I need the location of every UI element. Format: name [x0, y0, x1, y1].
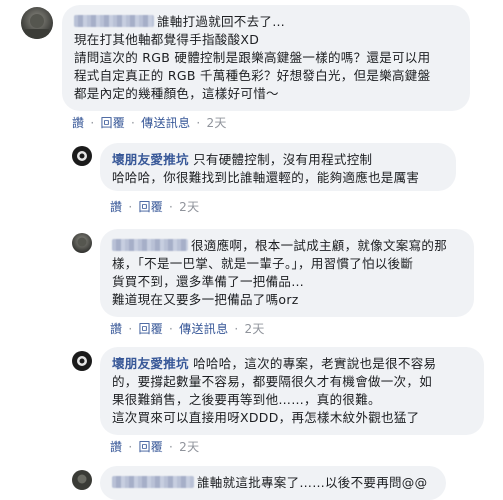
commenter-avatar[interactable]: [72, 233, 92, 253]
commenter-name[interactable]: 壞朋友愛推坑: [112, 152, 189, 167]
comment-bubble: 壞朋友愛推坑 只有硬體控制，沒有用程式控制 哈哈哈，你很難找到比誰軸還輕的，能夠…: [100, 143, 456, 191]
comment-text: 很適應啊，根本一試成主顧，就像文案寫的那: [191, 238, 448, 253]
comment-actions: 讚 · 回覆 · 傳送訊息 · 2天: [110, 320, 265, 337]
comment-text: 請問這次的 RGB 硬體控制是跟樂高鍵盤一樣的嗎？還是可以用: [74, 50, 431, 65]
separator: ·: [128, 322, 133, 336]
like-link[interactable]: 讚: [110, 200, 122, 214]
comment-text: 程式自定真正的 RGB 千萬種色彩？好想發白光，但是樂高鍵盤: [74, 68, 431, 83]
comment-text: 哈哈哈，這次的專案，老實說也是很不容易: [193, 356, 437, 371]
commenter-avatar[interactable]: [21, 7, 53, 39]
separator: ·: [169, 440, 174, 454]
reply-link[interactable]: 回覆: [138, 440, 163, 454]
comment-text: 誰軸就這批專案了……以後不要再問@@: [197, 475, 428, 490]
comment-bubble: 誰軸打過就回不去了… 現在打其他軸都覺得手指酸酸XD 請問這次的 RGB 硬體控…: [62, 5, 470, 111]
separator: ·: [234, 322, 239, 336]
send-message-link[interactable]: 傳送訊息: [179, 322, 228, 336]
timestamp[interactable]: 2天: [179, 200, 199, 214]
comment-text: 樣，「不是一巴掌、就是一輩子。」，用習慣了怕以後斷: [112, 256, 414, 271]
comment-text: 現在打其他軸都覺得手指酸酸XD: [74, 32, 260, 47]
comment-text: 這次買來可以直接用呀XDDD，再怎樣木紋外觀也猛了: [112, 410, 420, 425]
separator: ·: [196, 116, 201, 130]
comment-actions: 讚 · 回覆 · 2天: [110, 438, 199, 455]
like-link[interactable]: 讚: [72, 116, 84, 130]
like-link[interactable]: 讚: [110, 440, 122, 454]
reply-link[interactable]: 回覆: [138, 322, 163, 336]
separator: ·: [169, 200, 174, 214]
blurred-username[interactable]: [112, 476, 194, 488]
comment-text: 貨買不到，還多準備了一把備品…: [112, 274, 305, 289]
timestamp[interactable]: 2天: [179, 440, 199, 454]
comment-text: 都是內定的幾種顏色，這樣好可惜～: [74, 86, 279, 101]
page-avatar[interactable]: [72, 146, 92, 166]
timestamp[interactable]: 2天: [245, 322, 265, 336]
page-avatar[interactable]: [72, 351, 92, 371]
separator: ·: [90, 116, 95, 130]
separator: ·: [128, 440, 133, 454]
commenter-avatar[interactable]: [72, 470, 92, 490]
commenter-name[interactable]: 壞朋友愛推坑: [112, 356, 189, 371]
blurred-username[interactable]: [112, 239, 188, 251]
comment-text: 難道現在又要多一把備品了嗎orz: [112, 292, 299, 307]
comment-text: 的，要撐起數量不容易，都要隔很久才有機會做一次，如: [112, 374, 433, 389]
comment-text: 誰軸打過就回不去了…: [157, 14, 286, 29]
reply-link[interactable]: 回覆: [138, 200, 163, 214]
comment-text: 只有硬體控制，沒有用程式控制: [193, 152, 373, 167]
reply-link[interactable]: 回覆: [100, 116, 125, 130]
send-message-link[interactable]: 傳送訊息: [141, 116, 190, 130]
separator: ·: [131, 116, 136, 130]
separator: ·: [169, 322, 174, 336]
comment-bubble: 壞朋友愛推坑 哈哈哈，這次的專案，老實說也是很不容易 的，要撐起數量不容易，都要…: [100, 347, 484, 435]
blurred-username[interactable]: [74, 15, 154, 27]
comment-text: 果很難銷售，之後要再等到他……，真的很難。: [112, 392, 381, 407]
timestamp[interactable]: 2天: [207, 116, 227, 130]
comment-bubble: 很適應啊，根本一試成主顧，就像文案寫的那 樣，「不是一巴掌、就是一輩子。」，用習…: [100, 229, 474, 317]
comment-text: 哈哈哈，你很難找到比誰軸還輕的，能夠適應也是厲害: [112, 170, 420, 185]
separator: ·: [128, 200, 133, 214]
comment-actions: 讚 · 回覆 · 傳送訊息 · 2天: [72, 114, 227, 131]
like-link[interactable]: 讚: [110, 322, 122, 336]
comment-bubble: 誰軸就這批專案了……以後不要再問@@: [100, 466, 446, 500]
comment-actions: 讚 · 回覆 · 2天: [110, 198, 199, 215]
